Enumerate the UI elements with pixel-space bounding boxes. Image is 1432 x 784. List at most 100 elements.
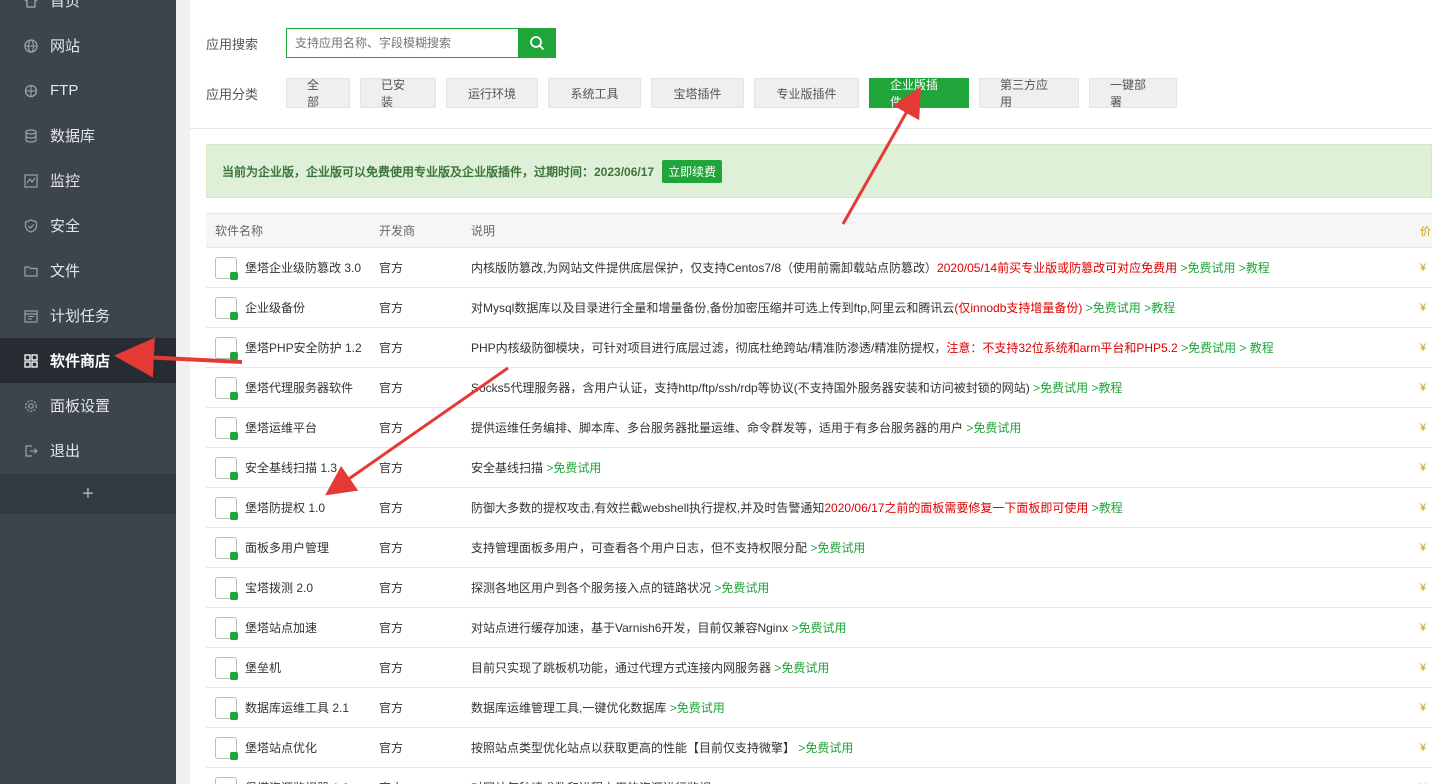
plugin-name: 堡塔资源监视器 1.2 [245, 779, 349, 784]
plugin-name: 安全基线扫描 1.3 [245, 461, 338, 475]
description-text: 对站点进行缓存加速，基于Varnish6开发，目前仅兼容Nginx [471, 621, 789, 635]
trial-tutorial-links[interactable]: >免费试用 >教程 [1180, 261, 1269, 275]
grid-icon [23, 353, 39, 369]
folder-icon [23, 263, 39, 279]
trial-tutorial-links[interactable]: >免费试用 [546, 461, 601, 475]
description-text: 支持管理面板多用户，可查看各个用户日志，但不支持权限分配 [471, 541, 808, 555]
sidebar-item-website[interactable]: 网站 [0, 23, 176, 68]
plugin-name: 宝塔拨测 2.0 [245, 581, 314, 595]
trial-tutorial-links[interactable]: >免费试用 >教程 [1086, 301, 1175, 315]
developer-cell: 官方 [379, 661, 404, 675]
price-cell: ¥ [1420, 741, 1427, 754]
trial-tutorial-links[interactable]: >免费试用 [670, 701, 725, 715]
sidebar-item-app-store[interactable]: 软件商店 [0, 338, 176, 383]
trial-tutorial-links[interactable]: >免费试用 [714, 581, 769, 595]
search-label: 应用搜索 [206, 36, 259, 52]
renew-button[interactable]: 立即续费 [662, 159, 723, 183]
sidebar-item-security[interactable]: 安全 [0, 203, 176, 248]
sidebar-item-settings[interactable]: 面板设置 [0, 383, 176, 428]
developer-cell: 官方 [379, 341, 404, 355]
tab-installed[interactable]: 已安装 [360, 78, 436, 109]
add-shortcut-button[interactable]: + [0, 474, 176, 514]
col-desc-header: 说明 [471, 224, 496, 238]
price-cell: ¥ [1420, 661, 1427, 674]
sidebar: 首页 网站 FTP 数据库 监控 安全 文件 计划任务 软件商店 面板设置 退出… [0, 0, 176, 784]
description-cell: 探测各地区用户到各个服务接入点的链路状况 >免费试用 [462, 579, 1420, 596]
plugin-icon [215, 776, 237, 784]
sidebar-item-database[interactable]: 数据库 [0, 113, 176, 158]
description-cell: 对Mysql数据库以及目录进行全量和增量备份,备份加密压缩并可选上传到ftp,阿… [462, 299, 1420, 316]
table-row[interactable]: 安全基线扫描 1.3 官方 安全基线扫描 >免费试用 ¥ [206, 448, 1432, 488]
tab-one-click-deploy[interactable]: 一键部署 [1089, 78, 1177, 109]
price-cell: ¥ [1420, 701, 1427, 714]
search-input[interactable] [286, 28, 518, 58]
trial-tutorial-links[interactable]: >免费试用 [810, 541, 865, 555]
plugin-name: 堡塔站点优化 [245, 741, 318, 755]
table-row[interactable]: 堡塔代理服务器软件 官方 Socks5代理服务器，含用户认证，支持http/ftp/… [206, 368, 1432, 408]
description-text: 探测各地区用户到各个服务接入点的链路状况 [471, 581, 712, 595]
table-row[interactable]: 面板多用户管理 官方 支持管理面板多用户，可查看各个用户日志，但不支持权限分配 >免… [206, 528, 1432, 568]
price-cell: ¥ [1420, 421, 1427, 434]
tab-runtime[interactable]: 运行环境 [446, 78, 538, 108]
description-text: 按照站点类型优化站点以获取更高的性能【目前仅支持微擎】 [471, 741, 796, 755]
trial-tutorial-links[interactable]: >免费试用 > 教程 [1181, 341, 1274, 355]
plugin-name: 堡塔运维平台 [245, 421, 318, 435]
trial-tutorial-links[interactable]: >免费试用 [966, 421, 1021, 435]
sidebar-item-cron[interactable]: 计划任务 [0, 293, 176, 338]
description-cell: Socks5代理服务器，含用户认证，支持http/ftp/ssh/rdp等协议(… [462, 379, 1420, 396]
table-row[interactable]: 堡塔防提权 1.0 官方 防御大多数的提权攻击,有效拦截webshell执行提权,并… [206, 488, 1432, 528]
developer-cell: 官方 [379, 501, 404, 515]
description-text: 数据库运维管理工具,一键优化数据库 [471, 701, 667, 715]
developer-cell: 官方 [379, 301, 404, 315]
trial-tutorial-links[interactable]: >免费试用 [774, 661, 829, 675]
plugin-name: 堡塔代理服务器软件 [245, 381, 354, 395]
table-row[interactable]: 宝塔拨测 2.0 官方 探测各地区用户到各个服务接入点的链路状况 >免费试用 ¥ [206, 568, 1432, 608]
tab-system-tools[interactable]: 系统工具 [548, 78, 641, 108]
search-row: 应用搜索 [206, 28, 556, 58]
sidebar-item-monitor[interactable]: 监控 [0, 158, 176, 203]
plugin-name-cell: 堡塔PHP安全防护 1.2 [206, 336, 370, 360]
sidebar-item-logout[interactable]: 退出 [0, 428, 176, 473]
table-row[interactable]: 堡塔运维平台 官方 提供运维任务编排、脚本库、多台服务器批量运维、命令群发等，适用于… [206, 408, 1432, 448]
monitor-icon [23, 173, 39, 189]
table-row[interactable]: 堡塔PHP安全防护 1.2 官方 PHP内核级防御模块，可针对项目进行底层过滤，彻底… [206, 328, 1432, 368]
search-button[interactable] [518, 28, 556, 58]
trial-tutorial-links[interactable]: >免费试用 >教程 [1033, 381, 1122, 395]
divider [190, 128, 1432, 129]
col-name-header: 软件名称 [215, 224, 264, 238]
trial-tutorial-links[interactable]: >教程 [1092, 501, 1123, 515]
tab-enterprise-plugins[interactable]: 企业版插件 [869, 78, 969, 109]
plugin-table: 软件名称 开发商 说明 价 堡塔企业级防篡改 3.0 官方 内核版防篡改,为网站文件… [206, 213, 1432, 784]
table-row[interactable]: 数据库运维工具 2.1 官方 数据库运维管理工具,一键优化数据库 >免费试用 ¥ [206, 688, 1432, 728]
sidebar-item-ftp[interactable]: FTP [0, 68, 176, 113]
table-row[interactable]: 堡塔企业级防篡改 3.0 官方 内核版防篡改,为网站文件提供底层保护，仅支持Cent… [206, 248, 1432, 288]
plugin-name-cell: 堡塔企业级防篡改 3.0 [206, 256, 370, 280]
home-icon [23, 0, 39, 9]
tab-third-party[interactable]: 第三方应用 [979, 78, 1079, 109]
sidebar-item-home[interactable]: 首页 [0, 0, 176, 23]
table-row[interactable]: 堡垒机 官方 目前只实现了跳板机功能，通过代理方式连接内网服务器 >免费试用 ¥ [206, 648, 1432, 688]
sidebar-item-label: 网站 [50, 38, 81, 55]
plugin-name-cell: 企业级备份 [206, 296, 370, 320]
sidebar-item-files[interactable]: 文件 [0, 248, 176, 293]
table-row[interactable]: 堡塔站点优化 官方 按照站点类型优化站点以获取更高的性能【目前仅支持微擎】 >免费试… [206, 728, 1432, 768]
plugin-icon [215, 696, 238, 720]
table-row[interactable]: 企业级备份 官方 对Mysql数据库以及目录进行全量和增量备份,备份加密压缩并可选上… [206, 288, 1432, 328]
sidebar-item-label: 安全 [50, 218, 81, 235]
price-cell: ¥ [1420, 581, 1427, 594]
tab-bt-plugins[interactable]: 宝塔插件 [651, 78, 744, 108]
table-row[interactable]: 堡塔站点加速 官方 对站点进行缓存加速，基于Varnish6开发，目前仅兼容Ngin… [206, 608, 1432, 648]
tab-pro-plugins[interactable]: 专业版插件 [754, 78, 859, 108]
description-cell: 按照站点类型优化站点以获取更高的性能【目前仅支持微擎】 >免费试用 [462, 739, 1420, 756]
plugin-name: 堡塔防提权 1.0 [245, 501, 326, 515]
tab-all[interactable]: 全部 [286, 78, 350, 109]
plugin-icon [215, 576, 238, 600]
sidebar-item-label: 面板设置 [50, 398, 111, 415]
license-notice: 当前为企业版，企业版可以免费使用专业版及企业版插件，过期时间：2023/06/1… [206, 144, 1432, 198]
description-cell: 安全基线扫描 >免费试用 [462, 459, 1420, 476]
trial-tutorial-links[interactable]: >免费试用 [792, 621, 847, 635]
trial-tutorial-links[interactable]: >免费试用 [798, 741, 853, 755]
price-cell: ¥ [1420, 461, 1427, 474]
plugin-name-cell: 堡塔资源监视器 1.2 [206, 776, 370, 784]
table-row[interactable]: 堡塔资源监视器 1.2官方对网站每秒请求数和进程占用的资源进行监视 ¥ [206, 768, 1432, 784]
